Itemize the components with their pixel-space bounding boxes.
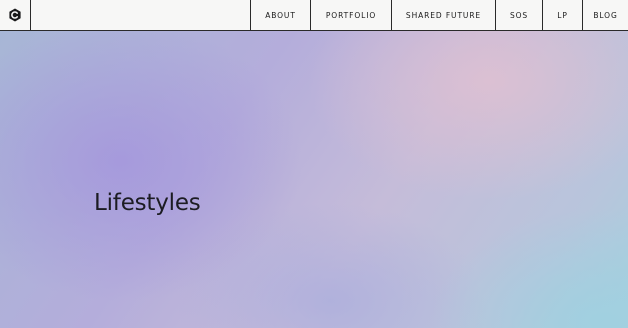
nav-link-sos[interactable]: SOS <box>495 0 542 30</box>
main-navigation: ABOUT PORTFOLIO SHARED FUTURE SOS LP BLO… <box>250 0 628 30</box>
hexagon-c-logo-icon <box>9 8 21 22</box>
nav-link-shared-future[interactable]: SHARED FUTURE <box>391 0 495 30</box>
nav-link-about[interactable]: ABOUT <box>250 0 310 30</box>
home-logo-link[interactable] <box>0 0 31 30</box>
hero-gradient-banner: Lifestyles <box>0 31 628 328</box>
nav-link-portfolio[interactable]: PORTFOLIO <box>310 0 391 30</box>
top-nav-bar: ABOUT PORTFOLIO SHARED FUTURE SOS LP BLO… <box>0 0 628 31</box>
nav-link-blog[interactable]: BLOG <box>582 0 628 30</box>
header-spacer <box>31 0 250 30</box>
hero-title: Lifestyles <box>94 190 201 216</box>
page: ABOUT PORTFOLIO SHARED FUTURE SOS LP BLO… <box>0 0 628 328</box>
nav-link-lp[interactable]: LP <box>542 0 582 30</box>
